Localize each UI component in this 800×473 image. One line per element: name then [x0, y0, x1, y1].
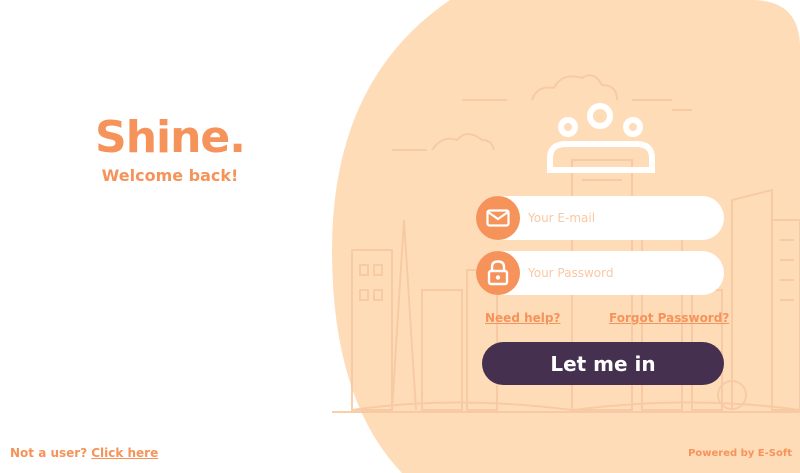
password-field-wrapper [476, 251, 724, 295]
brand-block: Shine. Welcome back! [60, 112, 280, 186]
need-help-link[interactable]: Need help? [485, 311, 560, 325]
signup-link[interactable]: Click here [91, 446, 158, 460]
email-field-wrapper [476, 196, 724, 240]
brand-subtitle: Welcome back! [101, 166, 239, 185]
users-group-icon [546, 100, 656, 176]
login-button[interactable]: Let me in [482, 342, 724, 385]
signup-prompt: Not a user? Click here [10, 446, 158, 460]
signup-prompt-text: Not a user? [10, 446, 88, 460]
forgot-password-link[interactable]: Forgot Password? [609, 311, 729, 325]
password-input[interactable] [528, 251, 708, 295]
brand-title: Shine. [95, 112, 246, 163]
powered-by-label: Powered by E-Soft [688, 448, 792, 459]
envelope-icon [476, 196, 520, 240]
lock-icon [476, 251, 520, 295]
email-input[interactable] [528, 196, 708, 240]
